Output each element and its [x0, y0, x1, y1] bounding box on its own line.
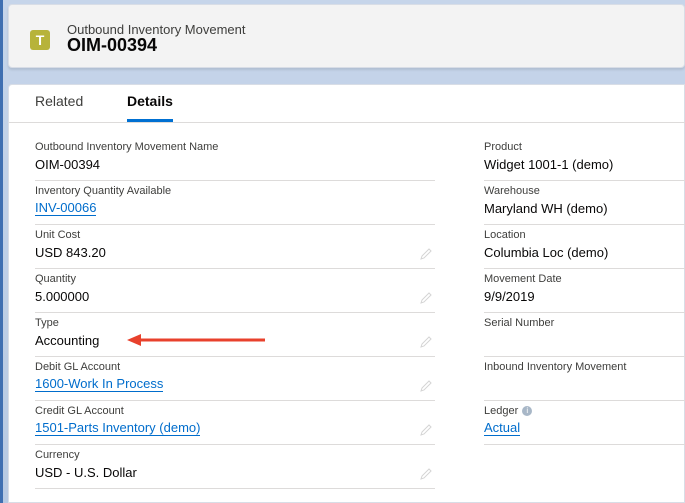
field-warehouse: Warehouse Maryland WH (demo) [484, 181, 685, 225]
field-label: Location [484, 229, 526, 241]
edit-pencil-icon[interactable] [419, 291, 433, 305]
window-edge [0, 0, 3, 503]
tab-bar: Related Details [9, 85, 685, 123]
field-debit-gl-account: Debit GL Account 1600-Work In Process [35, 357, 435, 401]
edit-pencil-icon[interactable] [419, 335, 433, 349]
field-movement-date: Movement Date 9/9/2019 [484, 269, 685, 313]
credit-gl-link[interactable]: 1501-Parts Inventory (demo) [35, 421, 201, 436]
field-ledger: Ledger i Actual [484, 401, 685, 445]
field-value: Widget 1001-1 (demo) [484, 157, 614, 172]
field-label: Type [35, 317, 59, 329]
field-label: Currency [35, 449, 80, 461]
field-product: Product Widget 1001-1 (demo) [484, 137, 685, 181]
field-label: Inbound Inventory Movement [484, 361, 627, 373]
field-label: Credit GL Account [35, 405, 124, 417]
field-label: Ledger i [484, 405, 533, 417]
record-name: OIM-00394 [67, 35, 158, 55]
inventory-link[interactable]: INV-00066 [35, 201, 97, 216]
field-unit-cost: Unit Cost USD 843.20 [35, 225, 435, 269]
field-credit-gl-account: Credit GL Account 1501-Parts Inventory (… [35, 401, 435, 445]
field-value: Accounting [35, 333, 100, 348]
field-oim-name: Outbound Inventory Movement Name OIM-003… [35, 137, 435, 181]
field-currency: Currency USD - U.S. Dollar [35, 445, 435, 489]
field-label: Quantity [35, 273, 76, 285]
field-quantity: Quantity 5.000000 [35, 269, 435, 313]
field-value: Maryland WH (demo) [484, 201, 608, 216]
field-label: Warehouse [484, 185, 540, 197]
field-value: 9/9/2019 [484, 289, 535, 304]
tab-details[interactable]: Details [127, 93, 173, 122]
edit-pencil-icon[interactable] [419, 247, 433, 261]
field-label: Outbound Inventory Movement Name [35, 141, 219, 153]
field-value: 5.000000 [35, 289, 90, 304]
edit-pencil-icon[interactable] [419, 379, 433, 393]
record-header: T Outbound Inventory Movement OIM-00394 [8, 4, 685, 68]
field-label: Product [484, 141, 522, 153]
field-value: Columbia Loc (demo) [484, 245, 609, 260]
record-detail-card: Related Details Outbound Inventory Movem… [8, 84, 685, 503]
field-inventory-qty-available: Inventory Quantity Available INV-00066 [35, 181, 435, 225]
field-label: Movement Date [484, 273, 562, 285]
tab-related[interactable]: Related [35, 93, 83, 122]
ledger-link[interactable]: Actual [484, 421, 521, 436]
field-value: OIM-00394 [35, 157, 101, 172]
debit-gl-link[interactable]: 1600-Work In Process [35, 377, 164, 392]
field-serial-number: Serial Number [484, 313, 685, 357]
annotation-arrow-icon [127, 334, 265, 346]
edit-pencil-icon[interactable] [419, 423, 433, 437]
field-location: Location Columbia Loc (demo) [484, 225, 685, 269]
field-label: Debit GL Account [35, 361, 121, 373]
info-icon[interactable]: i [522, 406, 533, 417]
field-value: USD 843.20 [35, 245, 106, 260]
field-label: Serial Number [484, 317, 555, 329]
object-icon: T [30, 30, 50, 50]
field-inbound-inventory-movement: Inbound Inventory Movement [484, 357, 685, 401]
field-label: Unit Cost [35, 229, 81, 241]
field-value: USD - U.S. Dollar [35, 465, 137, 480]
ledger-label: Ledger [484, 405, 519, 417]
edit-pencil-icon[interactable] [419, 467, 433, 481]
field-label: Inventory Quantity Available [35, 185, 172, 197]
